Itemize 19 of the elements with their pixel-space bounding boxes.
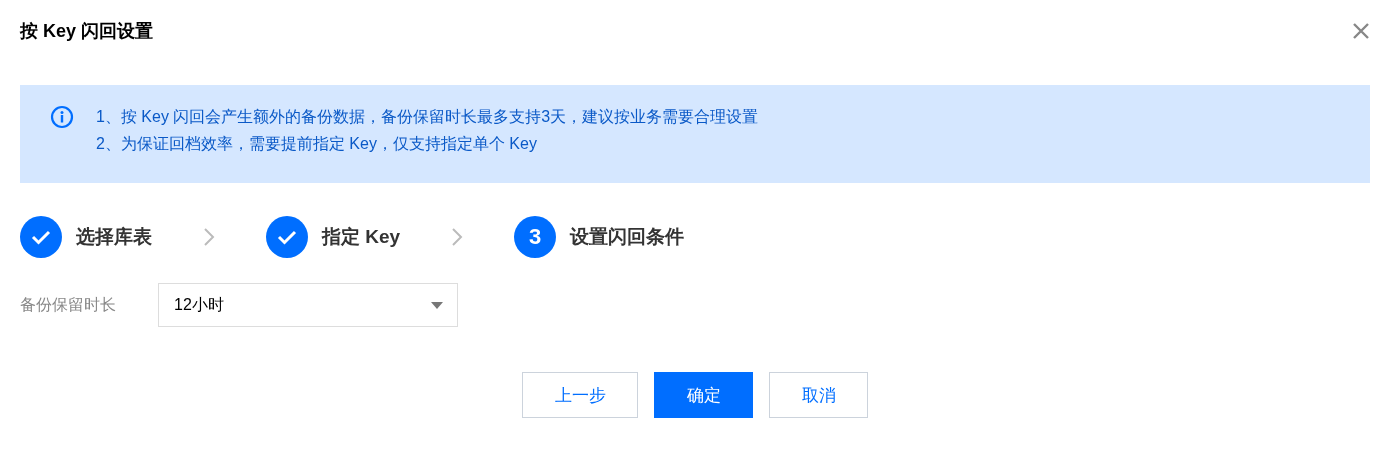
chevron-icon	[450, 226, 465, 248]
check-icon	[20, 216, 62, 258]
info-icon	[50, 105, 74, 129]
notice-text: 2、为保证回档效率，需要提前指定 Key，仅支持指定单个 Key	[96, 134, 538, 153]
dialog-button[interactable]: 取消	[769, 372, 868, 418]
step-label: 设置闪回条件	[570, 225, 685, 249]
dialog-title: 按 Key 闪回设置	[20, 20, 154, 43]
notice-text: 1、按 Key 闪回会产生额外的备份数据，备份保留时长最多支持3天，建议按业务需要合理设置	[96, 107, 759, 126]
field-label: 备份保留时长	[20, 294, 117, 315]
dialog-button[interactable]: 确定	[654, 372, 753, 418]
caret-icon	[431, 301, 443, 309]
step-label: 指定 Key	[322, 225, 401, 249]
step-label: 选择库表	[76, 225, 152, 249]
step-number: 3	[514, 216, 557, 258]
duration-select[interactable]: 12小时	[158, 283, 458, 327]
chevron-icon	[202, 226, 216, 248]
check-icon	[266, 216, 308, 258]
dialog-button[interactable]: 上一步	[522, 372, 638, 418]
close-icon[interactable]	[1352, 22, 1370, 40]
